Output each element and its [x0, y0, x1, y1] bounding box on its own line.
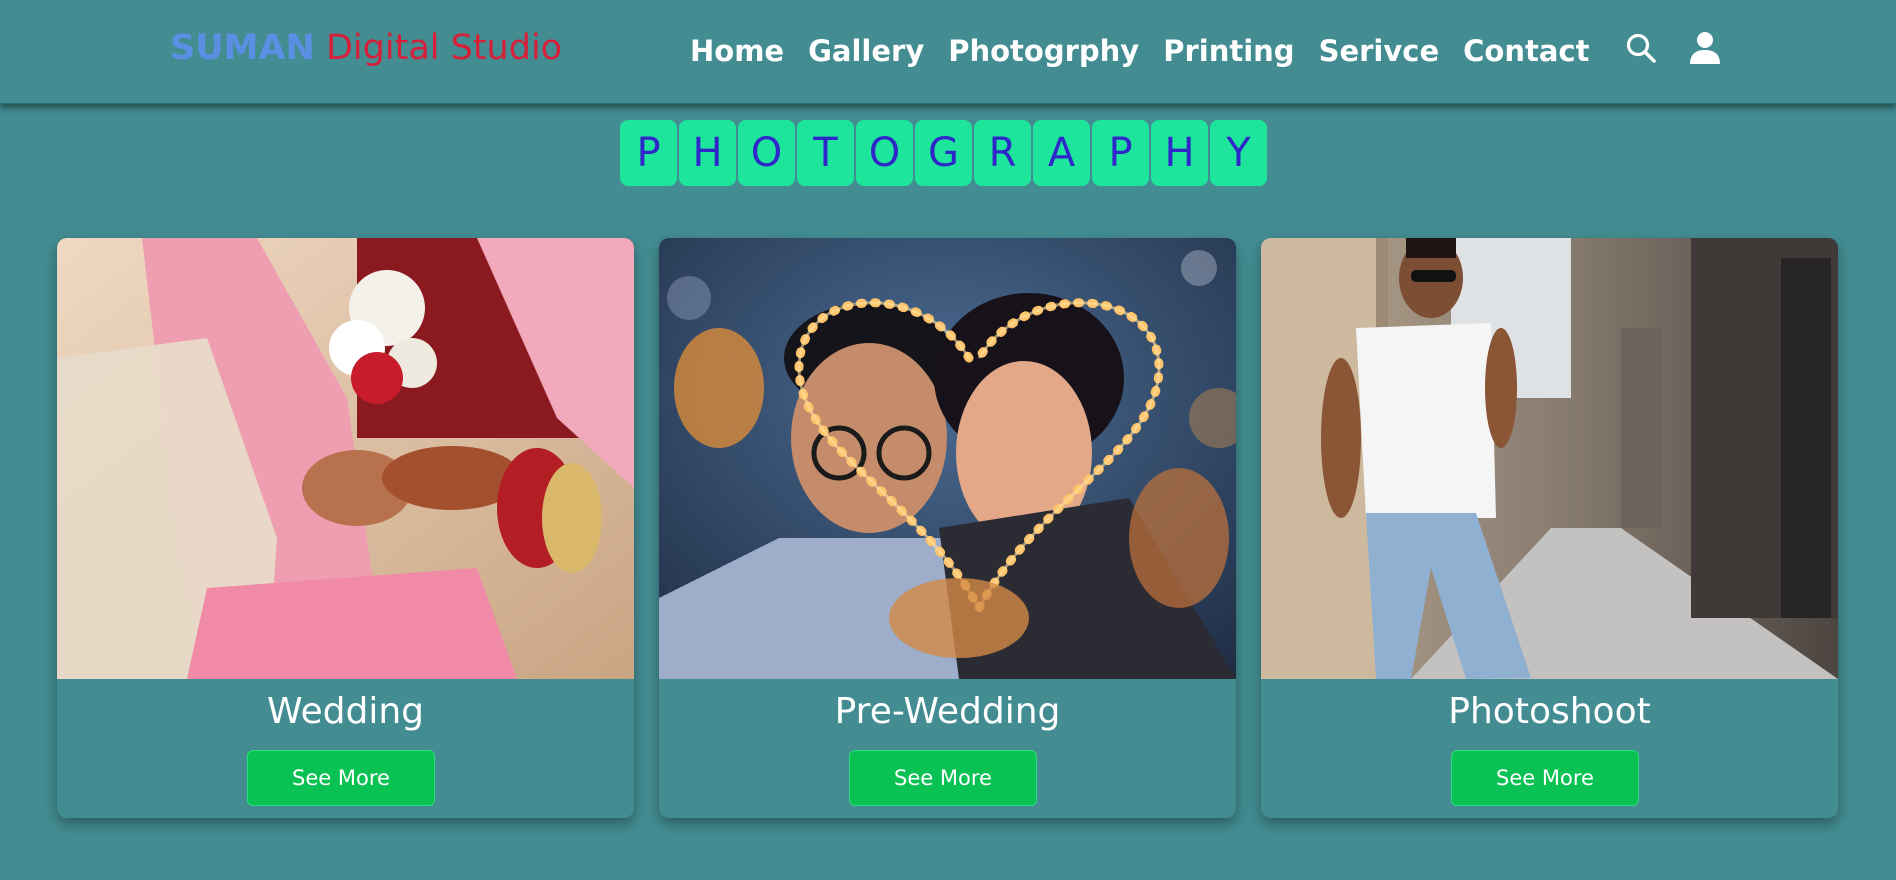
- nav-photography[interactable]: Photogrphy: [948, 34, 1139, 68]
- nav-home[interactable]: Home: [690, 34, 784, 68]
- title-letter: A: [1033, 120, 1090, 186]
- card-wedding: Wedding See More: [57, 238, 634, 818]
- nav-contact[interactable]: Contact: [1463, 34, 1589, 68]
- title-letter: P: [1092, 120, 1149, 186]
- card-title: Wedding: [266, 691, 424, 732]
- site-header: SUMAN Digital Studio Home Gallery Photog…: [0, 0, 1896, 104]
- search-icon[interactable]: [1623, 30, 1659, 66]
- wedding-photo: [57, 238, 634, 679]
- title-letter: R: [974, 120, 1031, 186]
- site-logo[interactable]: SUMAN Digital Studio: [170, 28, 562, 68]
- title-letter: O: [856, 120, 913, 186]
- card-pre-wedding: Pre-Wedding See More: [659, 238, 1236, 818]
- pre-wedding-photo: [659, 238, 1236, 679]
- see-more-button[interactable]: See More: [1451, 750, 1639, 806]
- logo-text: Digital Studio: [325, 28, 563, 68]
- card-title: Pre-Wedding: [834, 691, 1061, 732]
- photoshoot-photo: [1261, 238, 1838, 679]
- see-more-button[interactable]: See More: [849, 750, 1037, 806]
- main-nav: Home Gallery Photogrphy Printing Serivce…: [690, 34, 1613, 68]
- nav-printing[interactable]: Printing: [1163, 34, 1294, 68]
- section-title-photography: P H O T O G R A P H Y: [620, 120, 1274, 188]
- card-photoshoot: Photoshoot See More: [1261, 238, 1838, 818]
- nav-gallery[interactable]: Gallery: [808, 34, 924, 68]
- see-more-button[interactable]: See More: [247, 750, 435, 806]
- nav-service[interactable]: Serivce: [1319, 34, 1440, 68]
- title-letter: G: [915, 120, 972, 186]
- card-title: Photoshoot: [1448, 691, 1651, 732]
- user-icon[interactable]: [1687, 30, 1723, 66]
- title-letter: T: [797, 120, 854, 186]
- title-letter: H: [1151, 120, 1208, 186]
- title-letter: H: [679, 120, 736, 186]
- title-letter: Y: [1210, 120, 1267, 186]
- title-letter: P: [620, 120, 677, 186]
- logo-brand: SUMAN: [170, 28, 315, 68]
- title-letter: O: [738, 120, 795, 186]
